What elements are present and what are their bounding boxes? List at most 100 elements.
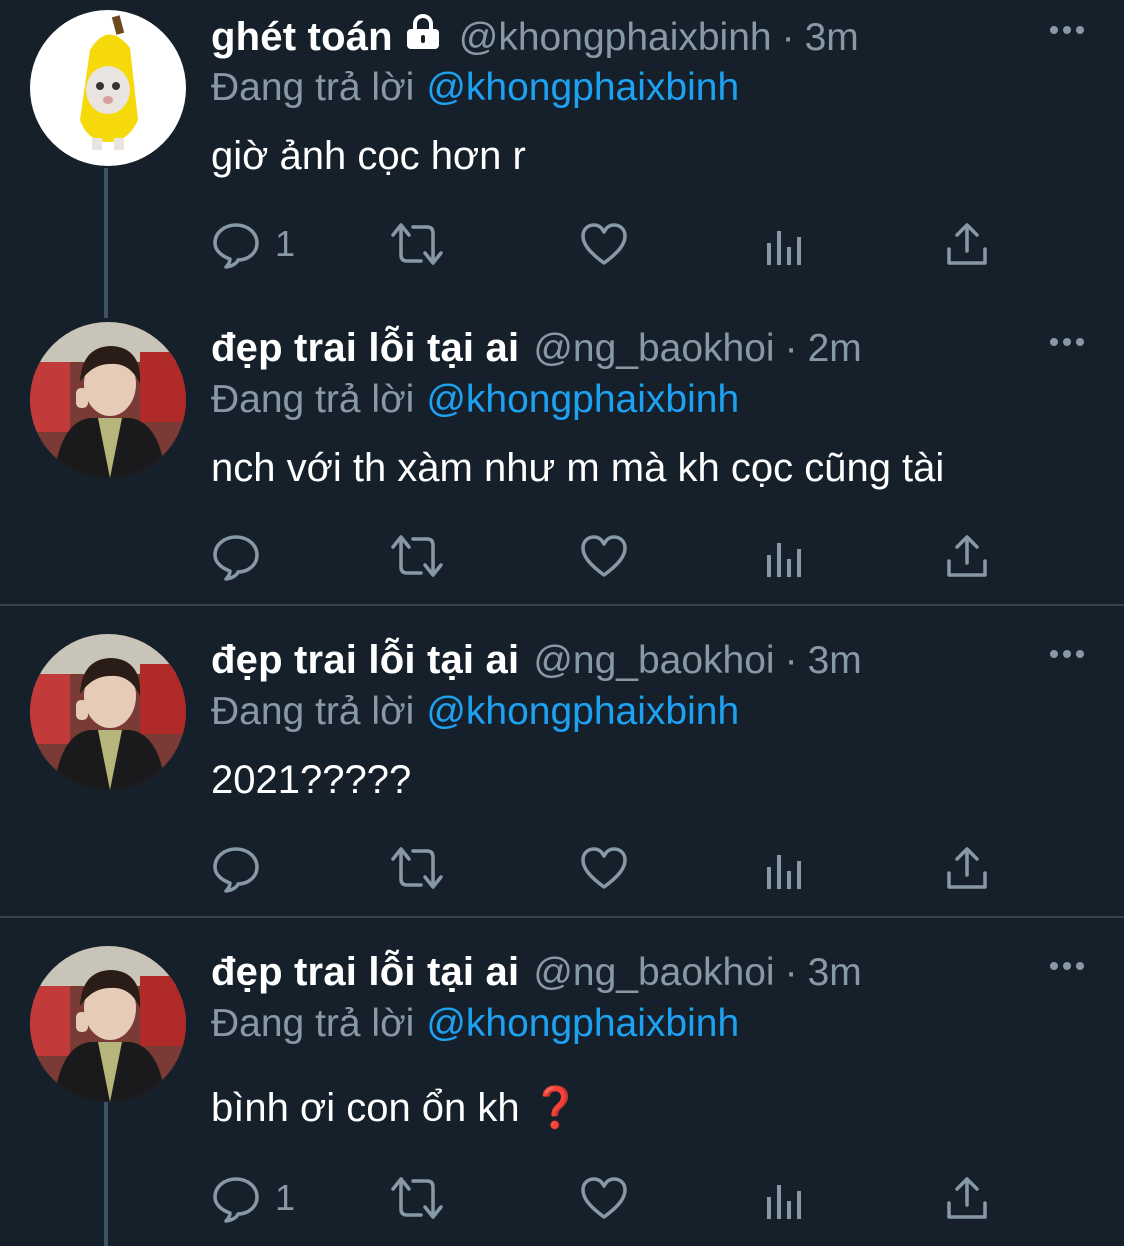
tweet[interactable]: đẹp trai lỗi tại ai @ng_baokhoi · 3m Đan… [0,624,1124,916]
retweet-button[interactable] [389,1172,445,1224]
tweet-header: ghét toán @khongphaixbinh · 3m [211,14,859,66]
retweet-button[interactable] [389,218,445,270]
separator-dot: · [784,639,798,682]
share-icon [945,843,989,893]
share-button[interactable] [945,530,989,582]
tweet-divider [0,604,1124,606]
replying-to: Đang trả lời @khongphaixbinh [211,1002,739,1046]
tweet-feed: ghét toán @khongphaixbinh · 3m Đang trả … [0,0,1124,1246]
share-button[interactable] [945,842,989,894]
heart-icon [579,843,629,893]
like-button[interactable] [579,842,629,894]
tweet[interactable]: ghét toán @khongphaixbinh · 3m Đang trả … [0,0,1124,318]
share-icon [945,531,989,581]
portrait-avatar-icon [30,634,186,790]
display-name[interactable]: đẹp trai lỗi tại ai [211,950,519,995]
share-icon [945,1173,989,1223]
display-name[interactable]: đẹp trai lỗi tại ai [211,326,519,371]
reply-icon [211,843,261,893]
retweet-button[interactable] [389,530,445,582]
reply-count: 1 [275,223,296,264]
heart-icon [579,219,629,269]
retweet-icon [389,219,445,269]
tweet[interactable]: đẹp trai lỗi tại ai @ng_baokhoi · 3m Đan… [0,936,1124,1246]
reply-button[interactable]: 1 [211,1172,295,1224]
avatar[interactable] [30,634,186,790]
lock-icon [403,14,443,55]
user-handle[interactable]: @ng_baokhoi [533,639,774,683]
like-button[interactable] [579,1172,629,1224]
replying-label: Đang trả lời [211,690,415,733]
mention-link[interactable]: @khongphaixbinh [426,378,739,421]
replying-label: Đang trả lời [211,66,415,109]
tweet-text: bình ơi con ổn kh ❓ [211,1084,581,1131]
retweet-icon [389,531,445,581]
user-handle[interactable]: @khongphaixbinh [459,16,772,60]
reply-icon [211,219,261,269]
analytics-button[interactable] [765,530,805,582]
more-options-icon[interactable] [1050,644,1090,664]
tweet-header: đẹp trai lỗi tại ai @ng_baokhoi · 2m [211,326,862,378]
tweet-text: giờ ảnh cọc hơn r [211,134,526,178]
timestamp[interactable]: 3m [808,639,862,683]
tweet-text: 2021????? [211,758,412,802]
analytics-icon [765,843,805,893]
replying-to: Đang trả lời @khongphaixbinh [211,690,739,734]
reply-button[interactable]: 1 [211,218,295,270]
reply-icon [211,1173,261,1223]
reply-button[interactable] [211,530,261,582]
tweet-text-body: bình ơi con ổn kh [211,1086,520,1130]
replying-to: Đang trả lời @khongphaixbinh [211,378,739,422]
tweet[interactable]: đẹp trai lỗi tại ai @ng_baokhoi · 2m Đan… [0,312,1124,604]
timestamp[interactable]: 2m [808,327,862,371]
analytics-button[interactable] [765,1172,805,1224]
reply-count: 1 [275,1177,296,1218]
analytics-icon [765,219,805,269]
separator-dot: · [781,16,795,59]
share-icon [945,219,989,269]
tweet-actions [211,842,1011,894]
timestamp[interactable]: 3m [805,16,859,60]
user-handle[interactable]: @ng_baokhoi [533,327,774,371]
reply-icon [211,531,261,581]
heart-icon [579,1173,629,1223]
more-options-icon[interactable] [1050,332,1090,352]
replying-label: Đang trả lời [211,378,415,421]
tweet-actions [211,530,1011,582]
display-name[interactable]: ghét toán [211,15,393,60]
mention-link[interactable]: @khongphaixbinh [426,690,739,733]
tweet-divider [0,916,1124,918]
display-name[interactable]: đẹp trai lỗi tại ai [211,638,519,683]
avatar[interactable] [30,10,186,166]
tweet-header: đẹp trai lỗi tại ai @ng_baokhoi · 3m [211,950,862,1002]
share-button[interactable] [945,218,989,270]
banana-cat-avatar-icon [30,10,186,166]
analytics-button[interactable] [765,218,805,270]
avatar[interactable] [30,322,186,478]
portrait-avatar-icon [30,322,186,478]
timestamp[interactable]: 3m [808,951,862,995]
avatar[interactable] [30,946,186,1102]
retweet-button[interactable] [389,842,445,894]
mention-link[interactable]: @khongphaixbinh [426,66,739,109]
heart-icon [579,531,629,581]
like-button[interactable] [579,530,629,582]
replying-to: Đang trả lời @khongphaixbinh [211,66,739,110]
retweet-icon [389,1173,445,1223]
like-button[interactable] [579,218,629,270]
tweet-text: nch với th xàm như m mà kh cọc cũng tài [211,446,945,490]
user-handle[interactable]: @ng_baokhoi [533,951,774,995]
analytics-icon [765,1173,805,1223]
tweet-actions: 1 [211,218,1011,270]
reply-button[interactable] [211,842,261,894]
share-button[interactable] [945,1172,989,1224]
separator-dot: · [784,327,798,370]
replying-label: Đang trả lời [211,1002,415,1045]
retweet-icon [389,843,445,893]
portrait-avatar-icon [30,946,186,1102]
more-options-icon[interactable] [1050,20,1090,40]
mention-link[interactable]: @khongphaixbinh [426,1002,739,1045]
analytics-button[interactable] [765,842,805,894]
more-options-icon[interactable] [1050,956,1090,976]
tweet-actions: 1 [211,1172,1011,1224]
